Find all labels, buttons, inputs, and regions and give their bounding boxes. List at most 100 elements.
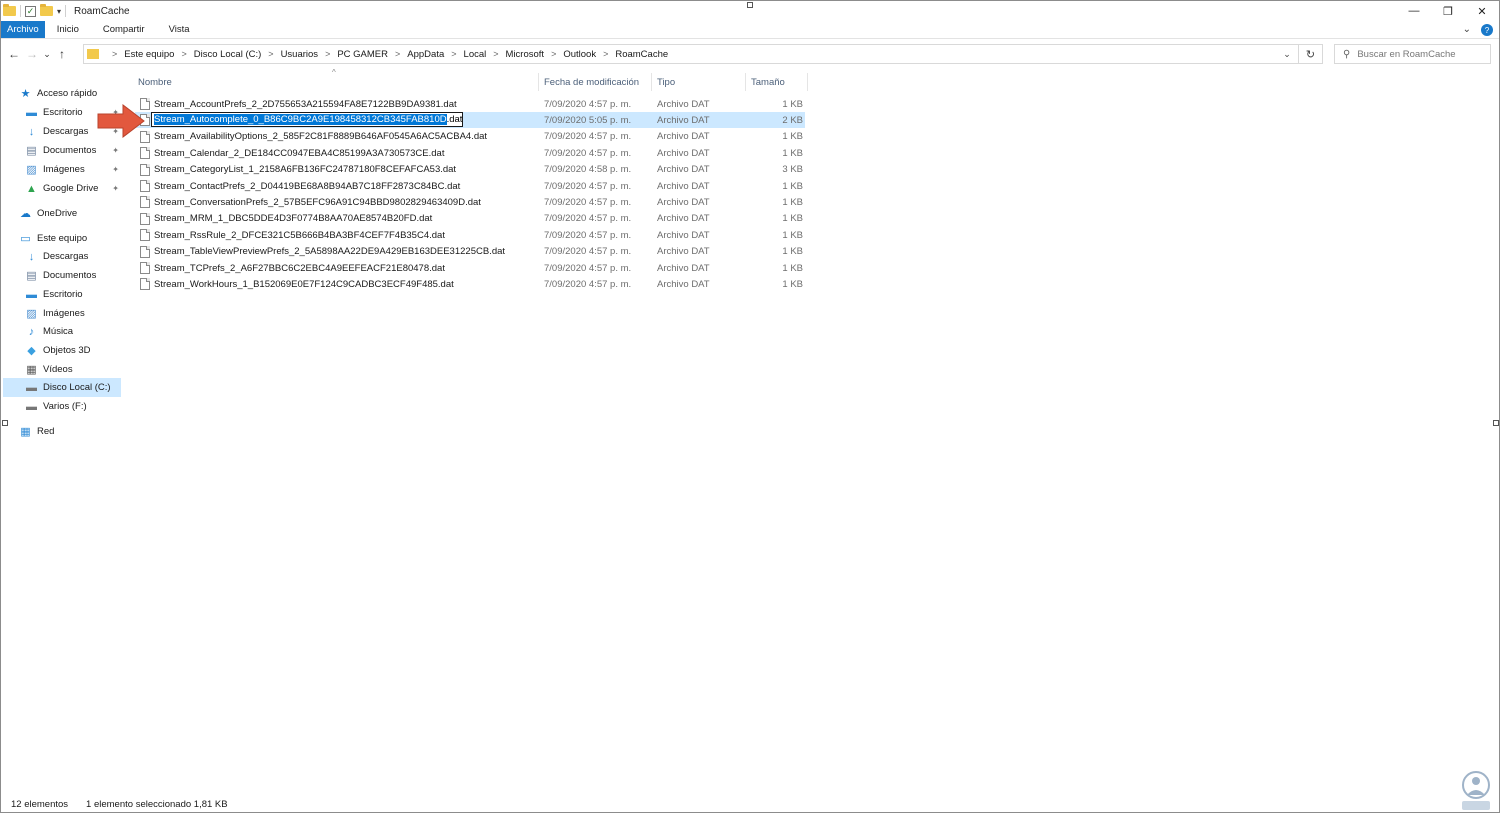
recent-locations-button[interactable]: ⌄	[41, 44, 53, 64]
sidebar-item-10[interactable]: ▬ Escritorio	[1, 285, 123, 304]
sidebar-item-label: Música	[43, 326, 74, 337]
expand-ribbon-icon[interactable]: ⌄	[1463, 24, 1471, 36]
sidebar-item-12[interactable]: ♪ Música	[1, 322, 123, 341]
file-row[interactable]: Stream_RssRule_2_DFCE321C5B666B4BA3BF4CE…	[135, 227, 805, 243]
column-divider[interactable]	[538, 73, 539, 91]
file-row[interactable]: Stream_AvailabilityOptions_2_585F2C81F88…	[135, 129, 805, 145]
file-date: 7/09/2020 4:57 p. m.	[544, 98, 632, 110]
chevron-right-icon[interactable]: >	[268, 49, 273, 59]
download-icon: ↓	[28, 125, 35, 138]
file-row[interactable]: Stream_ContactPrefs_2_D04419BE68A8B94AB7…	[135, 178, 805, 194]
pin-icon[interactable]: ✦	[112, 146, 119, 155]
sidebar-item-13[interactable]: ◆ Objetos 3D	[1, 341, 123, 360]
close-button[interactable]: ✕	[1465, 1, 1499, 21]
breadcrumb-item[interactable]: RoamCache	[615, 49, 668, 60]
sidebar-item-label: Disco Local (C:)	[43, 382, 111, 393]
file-row[interactable]: Stream_CategoryList_1_2158A6FB136FC24787…	[135, 162, 805, 178]
file-size: 3 KB	[782, 164, 803, 176]
sidebar-item-4[interactable]: ▨ Imágenes ✦	[1, 160, 123, 179]
refresh-button[interactable]: ↻	[1298, 45, 1322, 63]
sidebar-item-7[interactable]: ▭ Este equipo	[1, 229, 123, 248]
sidebar-item-16[interactable]: ▬ Varios (F:)	[1, 397, 123, 416]
breadcrumb-item[interactable]: Local	[464, 49, 487, 60]
file-name: Stream_CategoryList_1_2158A6FB136FC24787…	[154, 164, 457, 176]
breadcrumb-item[interactable]: Disco Local (C:)	[194, 49, 262, 60]
chevron-right-icon[interactable]: >	[325, 49, 330, 59]
sidebar-item-17[interactable]: ▦ Red	[1, 422, 123, 441]
back-button[interactable]: ←	[5, 44, 23, 64]
column-divider[interactable]	[745, 73, 746, 91]
rename-input[interactable]: Stream_Autocomplete_0_B86C9BC2A9E1984583…	[151, 112, 463, 128]
sidebar-item-15[interactable]: ▬ Disco Local (C:)	[3, 378, 121, 397]
sidebar-item-6[interactable]: ☁ OneDrive	[1, 204, 123, 223]
file-icon	[140, 180, 150, 192]
chevron-right-icon[interactable]: >	[603, 49, 608, 59]
computer-icon: ▭	[20, 233, 31, 245]
chevron-right-icon[interactable]: >	[181, 49, 186, 59]
column-header-type[interactable]: Tipo	[657, 71, 745, 93]
maximize-button[interactable]: ❐	[1431, 1, 1465, 21]
sidebar-item-3[interactable]: ▤ Documentos ✦	[1, 141, 123, 160]
sidebar-item-label: OneDrive	[37, 208, 78, 219]
customize-toolbar-icon[interactable]: ▾	[57, 7, 61, 16]
file-row[interactable]: Stream_TableViewPreviewPrefs_2_5A5898AA2…	[135, 244, 805, 260]
up-button[interactable]: ↑	[53, 44, 71, 64]
resize-handle[interactable]	[2, 420, 8, 426]
tab-inicio[interactable]: Inicio	[45, 21, 91, 38]
sidebar-item-8[interactable]: ↓ Descargas	[1, 247, 123, 266]
breadcrumb-item[interactable]: PC GAMER	[337, 49, 388, 60]
minimize-button[interactable]: —	[1397, 1, 1431, 21]
tab-vista[interactable]: Vista	[157, 21, 202, 38]
file-row[interactable]: Stream_AccountPrefs_2_2D755653A215594FA8…	[135, 96, 805, 112]
chevron-right-icon[interactable]: >	[112, 49, 117, 59]
tab-compartir[interactable]: Compartir	[91, 21, 157, 38]
selection-info: 1 elemento seleccionado 1,81 KB	[86, 799, 228, 810]
properties-icon[interactable]: ✓	[25, 5, 36, 17]
sidebar-item-5[interactable]: ▲ Google Drive ✦	[1, 179, 123, 198]
column-header-name[interactable]: Nombre	[138, 71, 538, 93]
breadcrumb-item[interactable]: AppData	[407, 49, 444, 60]
sidebar-item-11[interactable]: ▨ Imágenes	[1, 304, 123, 323]
file-row[interactable]: Stream_MRM_1_DBC5DDE4D3F0774B8AA70AE8574…	[135, 211, 805, 227]
sidebar-item-9[interactable]: ▤ Documentos	[1, 266, 123, 285]
breadcrumb-item[interactable]: Outlook	[563, 49, 596, 60]
file-row[interactable]: Stream_Autocomplete_0_B86C9BC2A9E1984583…	[135, 112, 805, 129]
sidebar-item-0[interactable]: ★ Acceso rápido	[1, 84, 123, 103]
file-row[interactable]: Stream_ConversationPrefs_2_57B5EFC96A91C…	[135, 194, 805, 210]
address-history-button[interactable]: ⌄	[1276, 49, 1298, 60]
file-row[interactable]: Stream_TCPrefs_2_A6F27BBC6C2EBC4A9EEFEAC…	[135, 260, 805, 276]
column-header-date[interactable]: Fecha de modificación	[544, 71, 652, 93]
documents-icon: ▤	[26, 145, 37, 157]
resize-handle[interactable]	[1493, 420, 1499, 426]
sidebar-item-14[interactable]: ▦ Vídeos	[1, 360, 123, 379]
new-folder-icon[interactable]	[40, 4, 53, 16]
breadcrumb-item[interactable]: Usuarios	[281, 49, 319, 60]
forward-button[interactable]: →	[23, 44, 41, 64]
file-type: Archivo DAT	[657, 164, 710, 176]
chevron-right-icon[interactable]: >	[493, 49, 498, 59]
search-input[interactable]: ⚲ Buscar en RoamCache	[1334, 44, 1491, 64]
column-header-size[interactable]: Tamaño	[751, 71, 807, 93]
pin-icon[interactable]: ✦	[112, 184, 119, 193]
help-icon[interactable]: ?	[1481, 24, 1493, 36]
pin-icon[interactable]: ✦	[112, 165, 119, 174]
tab-archivo[interactable]: Archivo	[1, 21, 45, 38]
file-size: 1 KB	[782, 196, 803, 208]
breadcrumb-item[interactable]: Este equipo	[124, 49, 174, 60]
breadcrumb-item[interactable]: Microsoft	[506, 49, 545, 60]
chevron-right-icon[interactable]: >	[395, 49, 400, 59]
file-name: Stream_TableViewPreviewPrefs_2_5A5898AA2…	[154, 246, 506, 258]
column-divider[interactable]	[651, 73, 652, 91]
address-bar[interactable]: > Este equipo > Disco Local (C:) > Usuar…	[83, 44, 1323, 64]
file-row[interactable]: Stream_WorkHours_1_B152069E0E7F124C9CADB…	[135, 276, 805, 292]
file-type: Archivo DAT	[657, 114, 710, 126]
video-icon: ▦	[26, 364, 37, 376]
chevron-right-icon[interactable]: >	[551, 49, 556, 59]
file-name: Stream_TCPrefs_2_A6F27BBC6C2EBC4A9EEFEAC…	[154, 262, 445, 274]
file-date: 7/09/2020 4:57 p. m.	[544, 213, 632, 225]
search-icon: ⚲	[1343, 48, 1351, 60]
column-divider[interactable]	[807, 73, 808, 91]
chevron-right-icon[interactable]: >	[451, 49, 456, 59]
file-row[interactable]: Stream_Calendar_2_DE184CC0947EBA4C85199A…	[135, 145, 805, 161]
resize-handle[interactable]	[747, 2, 753, 8]
